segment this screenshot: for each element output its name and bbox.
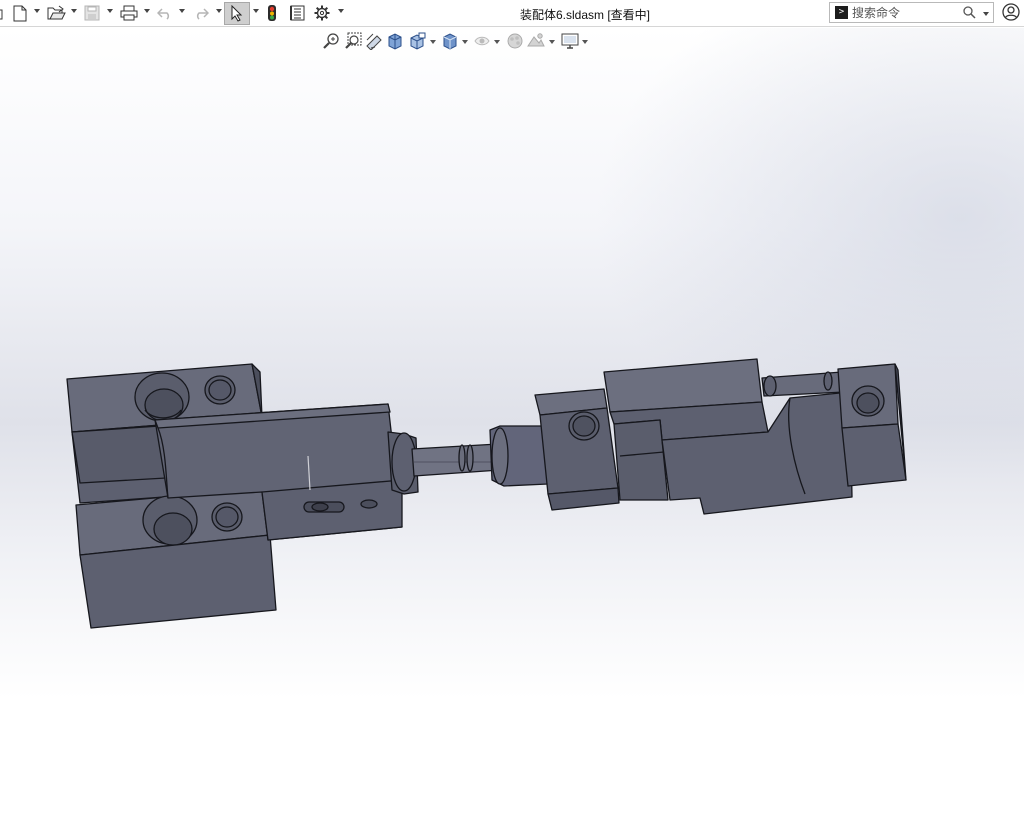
select-button[interactable] [224,2,250,25]
title-bar: 装配体6.sldasm [查看中] > [0,0,1024,27]
open-dropdown-icon[interactable] [71,8,77,14]
view-settings-icon[interactable] [561,32,579,50]
search-dropdown-icon[interactable] [983,11,989,17]
connecting-shaft [411,443,501,477]
open-folder-icon[interactable] [46,3,66,23]
edit-appearance-icon[interactable] [506,32,524,50]
traffic-light-icon[interactable] [266,3,278,23]
new-document-icon[interactable] [12,3,28,23]
hide-show-dropdown-icon[interactable] [494,40,500,45]
save-dropdown-icon[interactable] [107,8,113,14]
search-icon[interactable] [963,6,976,19]
file-properties-icon[interactable] [289,3,305,23]
save-icon[interactable] [84,3,100,23]
previous-view-icon[interactable] [365,32,383,50]
display-style-dropdown-icon[interactable] [462,40,468,45]
view-settings-dropdown-icon[interactable] [582,40,588,45]
zoom-to-fit-icon[interactable] [322,32,340,50]
apply-scene-dropdown-icon[interactable] [549,40,555,45]
redo-icon[interactable] [193,3,209,23]
select-dropdown-icon[interactable] [253,8,259,14]
search-commands-box[interactable]: > [829,2,994,23]
search-input[interactable] [852,5,962,20]
user-account-icon[interactable] [1002,3,1020,26]
new-dropdown-icon[interactable] [34,8,40,14]
print-dropdown-icon[interactable] [144,8,150,14]
options-dropdown-icon[interactable] [338,8,344,14]
apply-scene-icon[interactable] [527,32,545,50]
undo-dropdown-icon[interactable] [179,8,185,14]
right-end-block-front [841,423,907,487]
hide-show-items-icon[interactable] [473,32,491,50]
section-view-icon[interactable] [386,32,404,50]
undo-icon[interactable] [157,3,173,23]
print-icon[interactable] [120,3,138,23]
options-gear-icon[interactable] [314,3,330,23]
view-orientation-dropdown-icon[interactable] [430,40,436,45]
assembly-model[interactable] [0,28,1024,817]
app-menu-icon[interactable] [0,3,4,23]
redo-dropdown-icon[interactable] [216,8,222,14]
zoom-to-area-icon[interactable] [344,32,362,50]
view-orientation-icon[interactable] [408,32,426,50]
command-prompt-icon: > [835,6,848,19]
heads-up-view-toolbar [320,30,592,52]
graphics-viewport[interactable] [0,28,1024,817]
display-style-icon[interactable] [441,32,459,50]
select-cursor-icon [231,5,243,22]
